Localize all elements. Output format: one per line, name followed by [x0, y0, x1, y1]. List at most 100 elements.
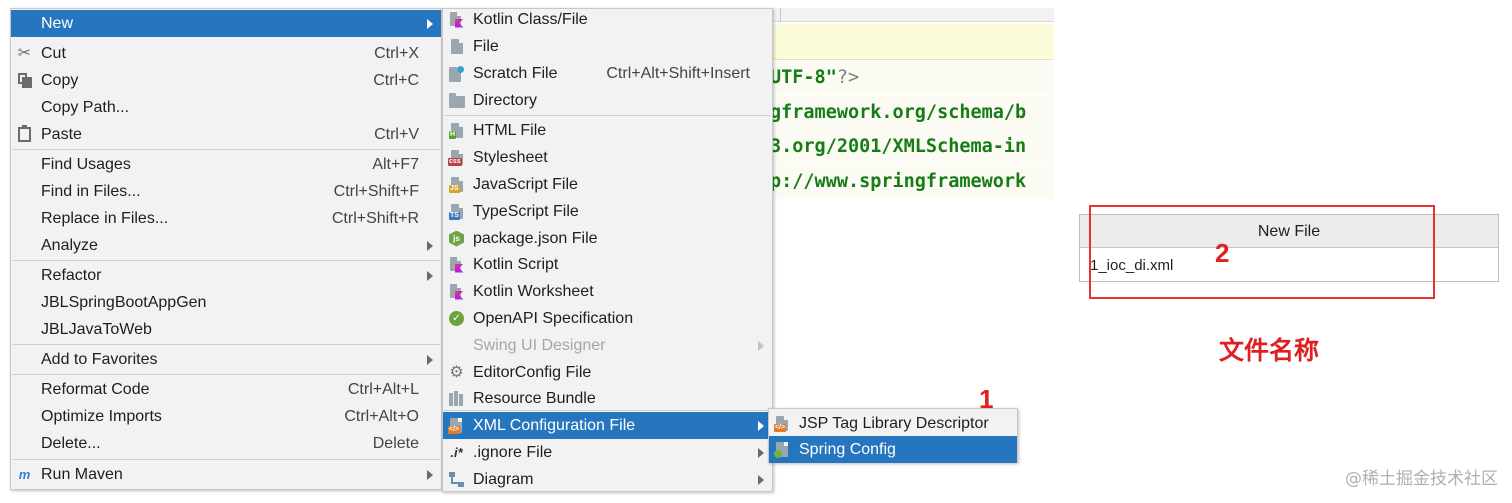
- menu-separator: [12, 374, 440, 375]
- html-file-icon: H: [448, 122, 465, 139]
- menu-item-label: JavaScript File: [473, 176, 578, 193]
- highlight-box: [1089, 205, 1435, 299]
- menu-item-label: JBLSpringBootAppGen: [41, 294, 207, 311]
- menu-item-replace-in-files[interactable]: Replace in Files... Ctrl+Shift+R: [11, 205, 441, 232]
- context-menu: New ✂ Cut Ctrl+X Copy Ctrl+C Copy Path... Paste…: [10, 8, 442, 490]
- menu-item-run-maven[interactable]: m Run Maven: [11, 461, 441, 488]
- menu-item-label: .ignore File: [473, 444, 553, 461]
- menu-item-label: Reformat Code: [41, 381, 150, 398]
- code-line-2: gframework.org/schema/b: [770, 96, 1054, 130]
- menu-item-jbljavatoweb[interactable]: JBLJavaToWeb: [11, 316, 441, 343]
- new-item-package-json-file[interactable]: js package.json File: [443, 225, 772, 252]
- xml-configuration-submenu: </> JSP Tag Library Descriptor Spring Conf…: [768, 408, 1018, 463]
- openapi-icon: ✓: [448, 310, 465, 327]
- menu-item-label: Run Maven: [41, 466, 123, 483]
- menu-item-label: XML Configuration File: [473, 417, 636, 434]
- menu-item-analyze[interactable]: Analyze: [11, 232, 441, 259]
- kotlin-worksheet-icon: [448, 283, 465, 300]
- menu-item-copy[interactable]: Copy Ctrl+C: [11, 67, 441, 94]
- kotlin-script-icon: [448, 256, 465, 273]
- menu-item-label: Cut: [41, 45, 66, 62]
- submenu-arrow-icon: [427, 470, 433, 480]
- new-item-openapi-specification[interactable]: ✓ OpenAPI Specification: [443, 305, 772, 332]
- menu-separator: [12, 459, 440, 460]
- menu-item-paste[interactable]: Paste Ctrl+V: [11, 121, 441, 148]
- menu-item-label: HTML File: [473, 122, 547, 139]
- menu-item-optimize-imports[interactable]: Optimize Imports Ctrl+Alt+O: [11, 403, 441, 430]
- menu-item-new[interactable]: New: [11, 10, 441, 37]
- menu-item-find-usages[interactable]: Find Usages Alt+F7: [11, 151, 441, 178]
- new-item-diagram[interactable]: Diagram: [443, 466, 772, 493]
- menu-item-copy-path[interactable]: Copy Path...: [11, 94, 441, 121]
- ts-file-icon: TS: [448, 203, 465, 220]
- submenu-arrow-icon: [758, 341, 764, 351]
- caption-file-name: 文件名称: [1219, 336, 1320, 365]
- menu-item-label: Copy Path...: [41, 99, 130, 116]
- menu-item-label: Spring Config: [799, 441, 896, 458]
- new-item-javascript-file[interactable]: JS JavaScript File: [443, 171, 772, 198]
- css-file-icon: css: [448, 149, 465, 166]
- submenu-arrow-icon: [758, 421, 764, 431]
- menu-item-shortcut: Ctrl+Alt+L: [347, 381, 419, 398]
- menu-item-label: File: [473, 38, 499, 55]
- new-item-resource-bundle[interactable]: Resource Bundle: [443, 385, 772, 412]
- menu-item-shortcut: Ctrl+Alt+Shift+Insert: [606, 65, 750, 82]
- code-editor[interactable]: UTF-8"?> gframework.org/schema/b 3.org/2…: [770, 8, 1054, 208]
- gear-icon: ⚙: [449, 364, 464, 381]
- menu-item-label: Delete...: [41, 435, 101, 452]
- submenu-arrow-icon: [427, 355, 433, 365]
- menu-item-label: New: [41, 15, 74, 32]
- new-item-html-file[interactable]: H HTML File: [443, 117, 772, 144]
- menu-item-label: Find in Files...: [41, 183, 141, 200]
- folder-icon: [448, 92, 465, 109]
- menu-item-label: package.json File: [473, 230, 598, 247]
- code-line-3: 3.org/2001/XMLSchema-in: [770, 130, 1054, 164]
- new-item-kotlin-worksheet[interactable]: Kotlin Worksheet: [443, 278, 772, 305]
- editor-notification-bar: [770, 24, 1054, 60]
- menu-item-shortcut: Delete: [372, 435, 419, 452]
- menu-item-jblspringbootappgen[interactable]: JBLSpringBootAppGen: [11, 289, 441, 316]
- menu-item-label: Find Usages: [41, 156, 131, 173]
- menu-item-shortcut: Ctrl+C: [373, 72, 419, 89]
- xml-item-spring-config[interactable]: Spring Config: [769, 436, 1017, 463]
- js-file-icon: JS: [448, 176, 465, 193]
- menu-separator: [12, 344, 440, 345]
- new-item-stylesheet[interactable]: css Stylesheet: [443, 144, 772, 171]
- menu-item-shortcut: Ctrl+Alt+O: [344, 408, 419, 425]
- menu-item-add-to-favorites[interactable]: Add to Favorites: [11, 346, 441, 373]
- new-item-swing-ui-designer: Swing UI Designer: [443, 332, 772, 359]
- menu-item-shortcut: Ctrl+Shift+R: [331, 210, 419, 227]
- diagram-icon: [448, 471, 465, 488]
- file-icon: [448, 38, 465, 55]
- new-item-kotlin-class-file[interactable]: Kotlin Class/File: [443, 6, 772, 33]
- new-item-kotlin-script[interactable]: Kotlin Script: [443, 251, 772, 278]
- code-line-4: p://www.springframework: [770, 165, 1054, 199]
- menu-item-label: Stylesheet: [473, 149, 548, 166]
- menu-item-label: Swing UI Designer: [473, 337, 606, 354]
- menu-item-refactor[interactable]: Refactor: [11, 262, 441, 289]
- menu-item-label: Analyze: [41, 237, 98, 254]
- menu-item-label: Resource Bundle: [473, 390, 596, 407]
- menu-item-label: Directory: [473, 92, 538, 109]
- new-item-xml-configuration-file[interactable]: </> XML Configuration File: [443, 412, 772, 439]
- menu-item-delete[interactable]: Delete... Delete: [11, 430, 441, 457]
- menu-item-label: Diagram: [473, 471, 534, 488]
- kotlin-icon: [448, 11, 465, 28]
- menu-item-label: Scratch File: [473, 65, 558, 82]
- menu-item-find-in-files[interactable]: Find in Files... Ctrl+Shift+F: [11, 178, 441, 205]
- menu-item-label: Optimize Imports: [41, 408, 162, 425]
- new-item-ignore-file[interactable]: .i* .ignore File: [443, 439, 772, 466]
- menu-item-label: Replace in Files...: [41, 210, 169, 227]
- menu-item-label: Refactor: [41, 267, 102, 284]
- menu-item-reformat-code[interactable]: Reformat Code Ctrl+Alt+L: [11, 376, 441, 403]
- submenu-arrow-icon: [427, 19, 433, 29]
- new-item-typescript-file[interactable]: TS TypeScript File: [443, 198, 772, 225]
- new-item-editorconfig-file[interactable]: ⚙ EditorConfig File: [443, 359, 772, 386]
- submenu-arrow-icon: [427, 241, 433, 251]
- menu-item-cut[interactable]: ✂ Cut Ctrl+X: [11, 40, 441, 67]
- new-item-scratch-file[interactable]: Scratch File Ctrl+Alt+Shift+Insert: [443, 60, 772, 87]
- menu-item-label: Copy: [41, 72, 79, 89]
- new-item-directory[interactable]: Directory: [443, 87, 772, 114]
- new-item-file[interactable]: File: [443, 33, 772, 60]
- watermark: @稀土掘金技术社区: [1345, 469, 1498, 489]
